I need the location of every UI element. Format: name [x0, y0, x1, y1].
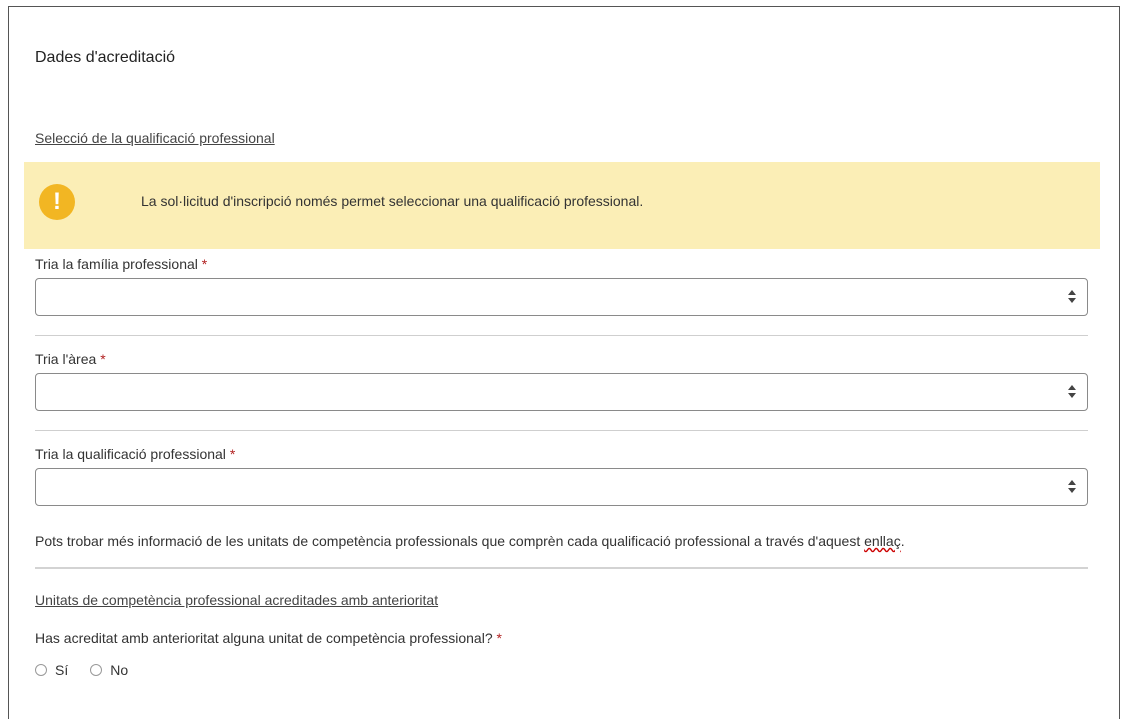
familia-label-text: Tria la família professional	[35, 256, 198, 272]
select-arrows-icon	[1067, 290, 1077, 304]
info-link[interactable]: enllaç	[864, 533, 901, 549]
radio-yes[interactable]: Sí	[35, 662, 68, 678]
area-select[interactable]	[35, 373, 1088, 411]
select-arrows-icon	[1067, 385, 1077, 399]
required-mark: *	[496, 630, 502, 646]
info-text: Pots trobar més informació de les unitat…	[35, 533, 905, 549]
radio-group: Sí No	[35, 662, 150, 678]
section-prior-units-link[interactable]: Unitats de competència professional acre…	[35, 592, 438, 608]
radio-circle-icon[interactable]	[90, 664, 103, 676]
info-suffix: .	[900, 533, 905, 549]
familia-label: Tria la família professional *	[35, 256, 207, 272]
required-mark: *	[229, 446, 236, 462]
familia-select[interactable]	[35, 278, 1088, 316]
required-mark: *	[201, 256, 208, 272]
qualificacio-select[interactable]	[35, 468, 1088, 506]
page-title: Dades d'acreditació	[35, 49, 176, 66]
required-mark: *	[100, 351, 106, 367]
area-label: Tria l'àrea *	[35, 351, 106, 367]
section-qualification-link[interactable]: Selecció de la qualificació professional	[35, 130, 275, 146]
qualificacio-label-text: Tria la qualificació professional	[35, 446, 226, 462]
question-text: Has acreditat amb anterioritat alguna un…	[35, 630, 493, 646]
divider-thick	[35, 567, 1088, 569]
alert-text: La sol·licitud d'inscripció només permet…	[141, 193, 644, 209]
area-label-text: Tria l'àrea	[35, 351, 97, 367]
form-frame	[8, 6, 1120, 719]
qualificacio-label: Tria la qualificació professional *	[35, 446, 235, 462]
radio-no-label: No	[110, 662, 129, 678]
radio-yes-label: Sí	[55, 662, 69, 678]
divider	[35, 335, 1088, 336]
radio-no[interactable]: No	[90, 662, 128, 678]
select-arrows-icon	[1067, 480, 1077, 494]
exclamation-icon: !	[39, 184, 75, 220]
info-alert: ! La sol·licitud d'inscripció només perm…	[24, 162, 1100, 249]
radio-circle-icon[interactable]	[35, 664, 47, 676]
question-label: Has acreditat amb anterioritat alguna un…	[35, 630, 502, 646]
divider	[35, 430, 1088, 431]
info-text-body: Pots trobar més informació de les unitat…	[35, 533, 865, 549]
